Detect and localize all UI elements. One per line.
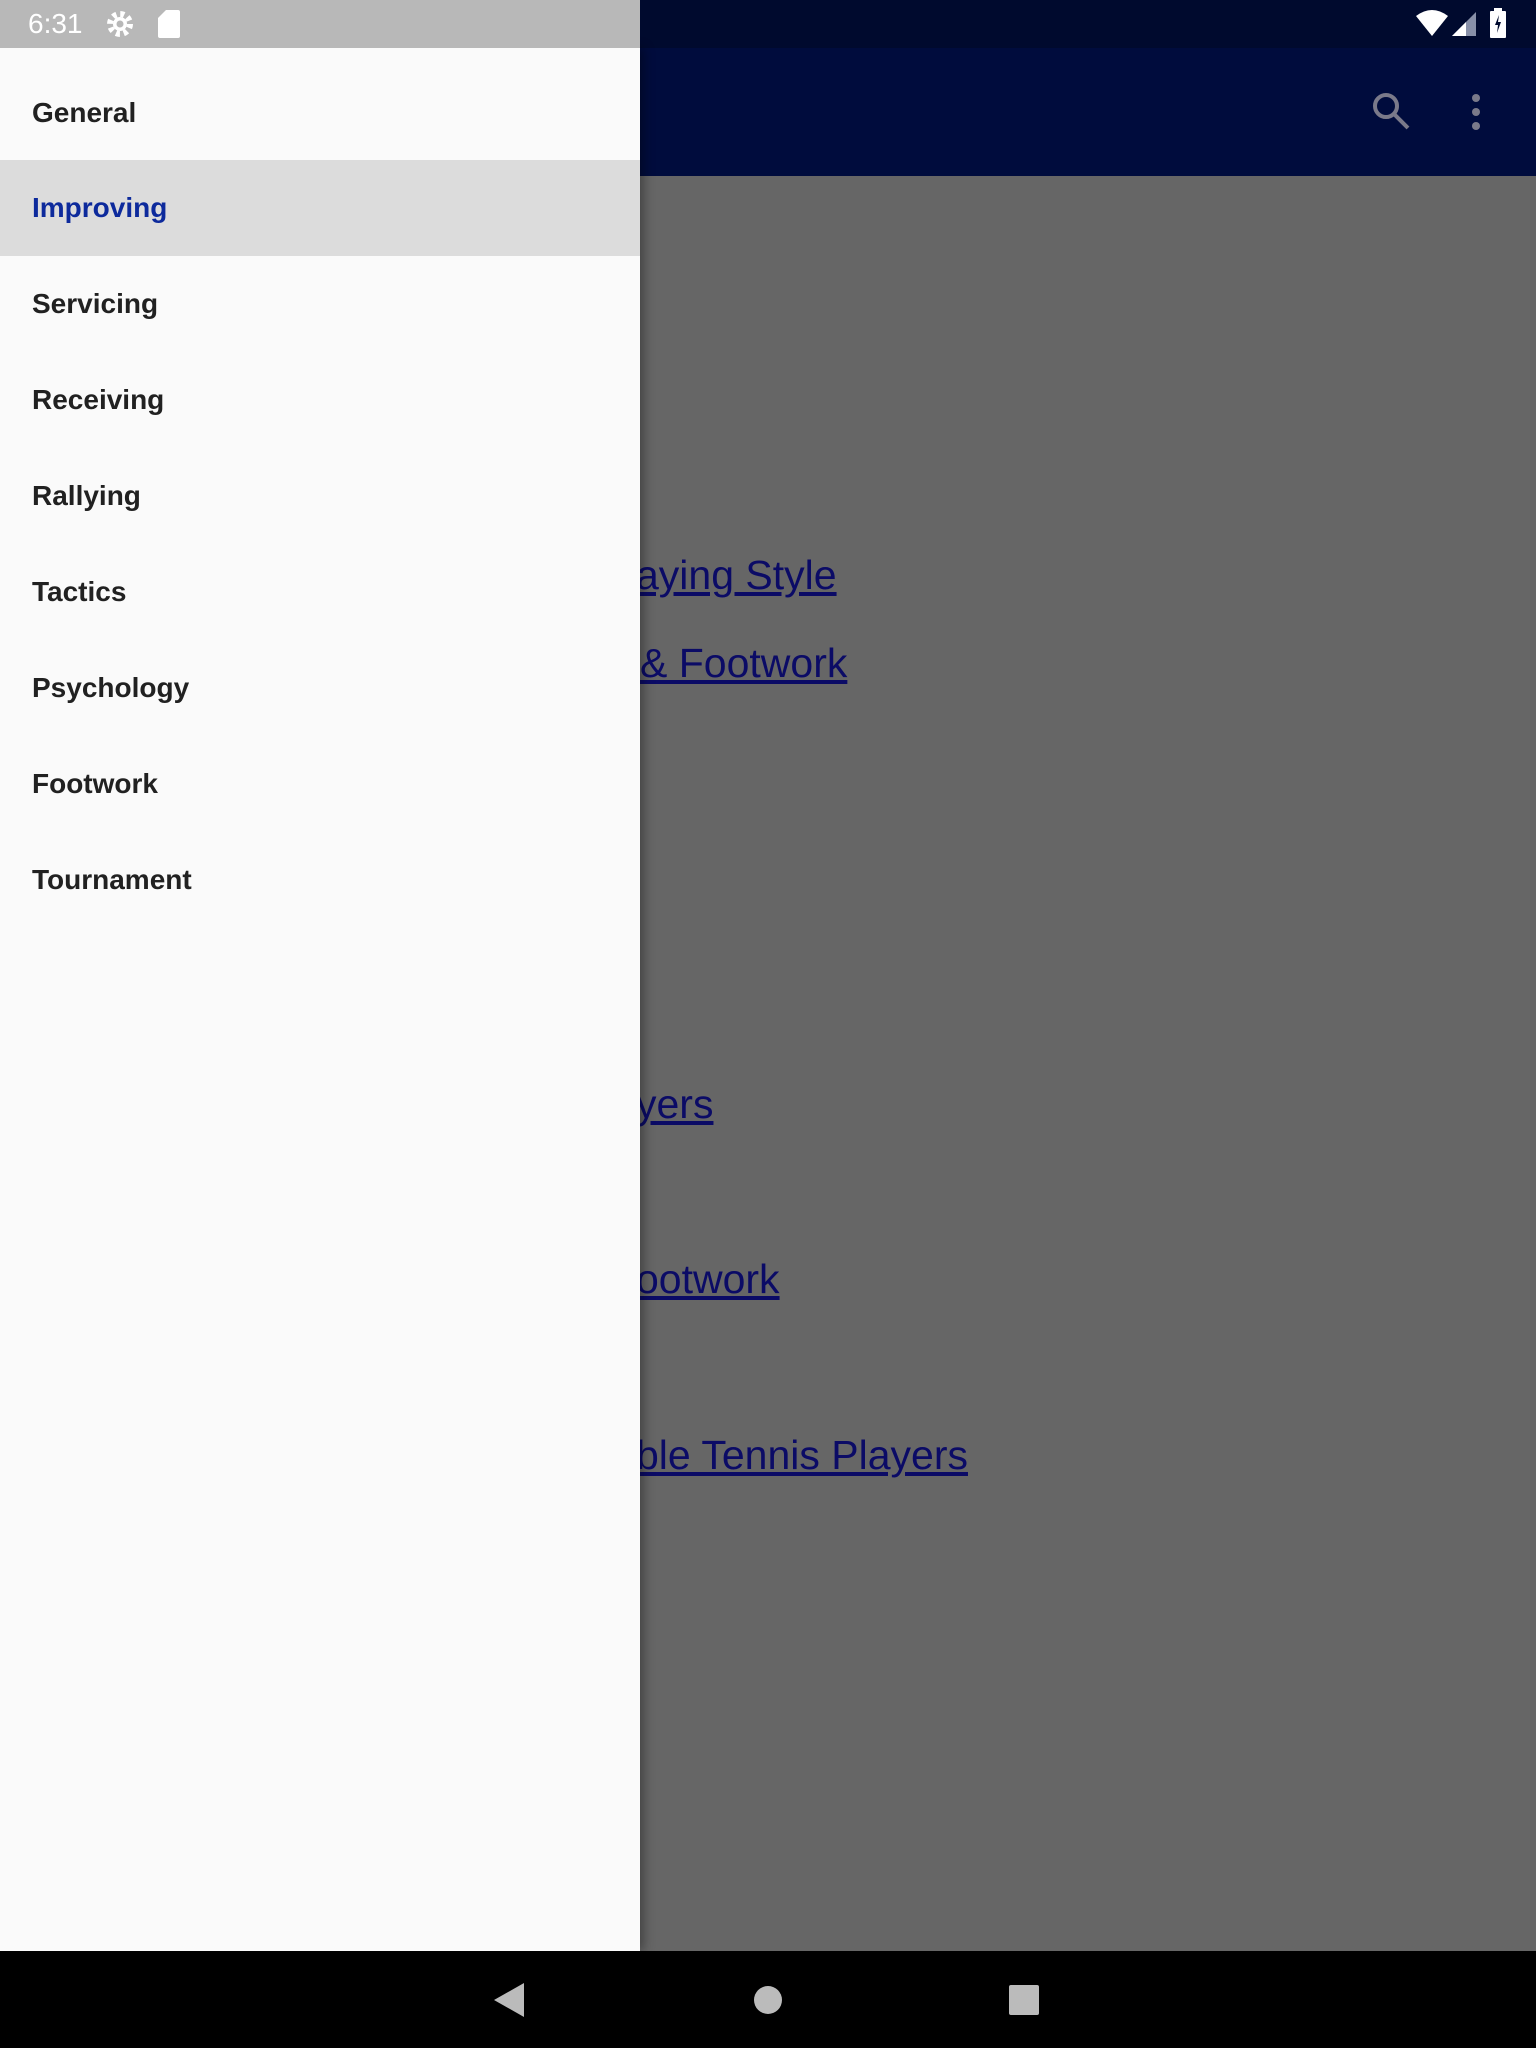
drawer-item-servicing[interactable]: Servicing (0, 256, 640, 352)
drawer-status-bar: 6:31 (0, 0, 640, 48)
drawer-item-label: Servicing (32, 288, 159, 319)
settings-icon (107, 11, 133, 37)
article-link[interactable]: ootwork (636, 1256, 780, 1303)
drawer-item-label: Footwork (32, 768, 158, 799)
drawer-item-label: Tactics (32, 576, 127, 607)
search-icon[interactable] (1370, 90, 1412, 132)
drawer-item-psychology[interactable]: Psychology (0, 640, 640, 736)
drawer-item-label: Receiving (32, 384, 165, 415)
article-link[interactable]: aying Style (636, 552, 837, 599)
drawer-item-label: Psychology (32, 672, 190, 703)
article-link[interactable]: ble Tennis Players (636, 1432, 968, 1479)
drawer-item-tournament[interactable]: Tournament (0, 832, 640, 928)
signal-icon (1452, 12, 1476, 36)
article-link[interactable]: & Footwork (640, 640, 847, 687)
drawer-item-rallying[interactable]: Rallying (0, 448, 640, 544)
drawer-item-label: Improving (32, 192, 168, 223)
status-time: 6:31 (28, 8, 83, 39)
sd-card-icon (158, 10, 180, 38)
drawer-item-receiving[interactable]: Receiving (0, 352, 640, 448)
drawer-item-tactics[interactable]: Tactics (0, 544, 640, 640)
battery-charging-icon (1490, 8, 1506, 38)
wifi-icon (1416, 10, 1448, 36)
drawer-item-improving[interactable]: Improving (0, 160, 640, 256)
back-icon[interactable] (494, 1983, 524, 2017)
home-icon[interactable] (753, 1985, 783, 2015)
system-nav-bar (0, 1951, 1536, 2048)
drawer-item-label: Rallying (32, 480, 141, 511)
drawer-item-label: General (32, 97, 137, 128)
recents-icon[interactable] (1009, 1985, 1039, 2015)
navigation-drawer: General Improving Servicing Receiving Ra… (0, 48, 640, 1951)
drawer-item-label: Tournament (32, 864, 192, 895)
drawer-item-footwork[interactable]: Footwork (0, 736, 640, 832)
article-link[interactable]: yers (636, 1081, 713, 1128)
drawer-item-general[interactable]: General (0, 65, 640, 161)
more-vert-icon[interactable] (1468, 92, 1484, 132)
